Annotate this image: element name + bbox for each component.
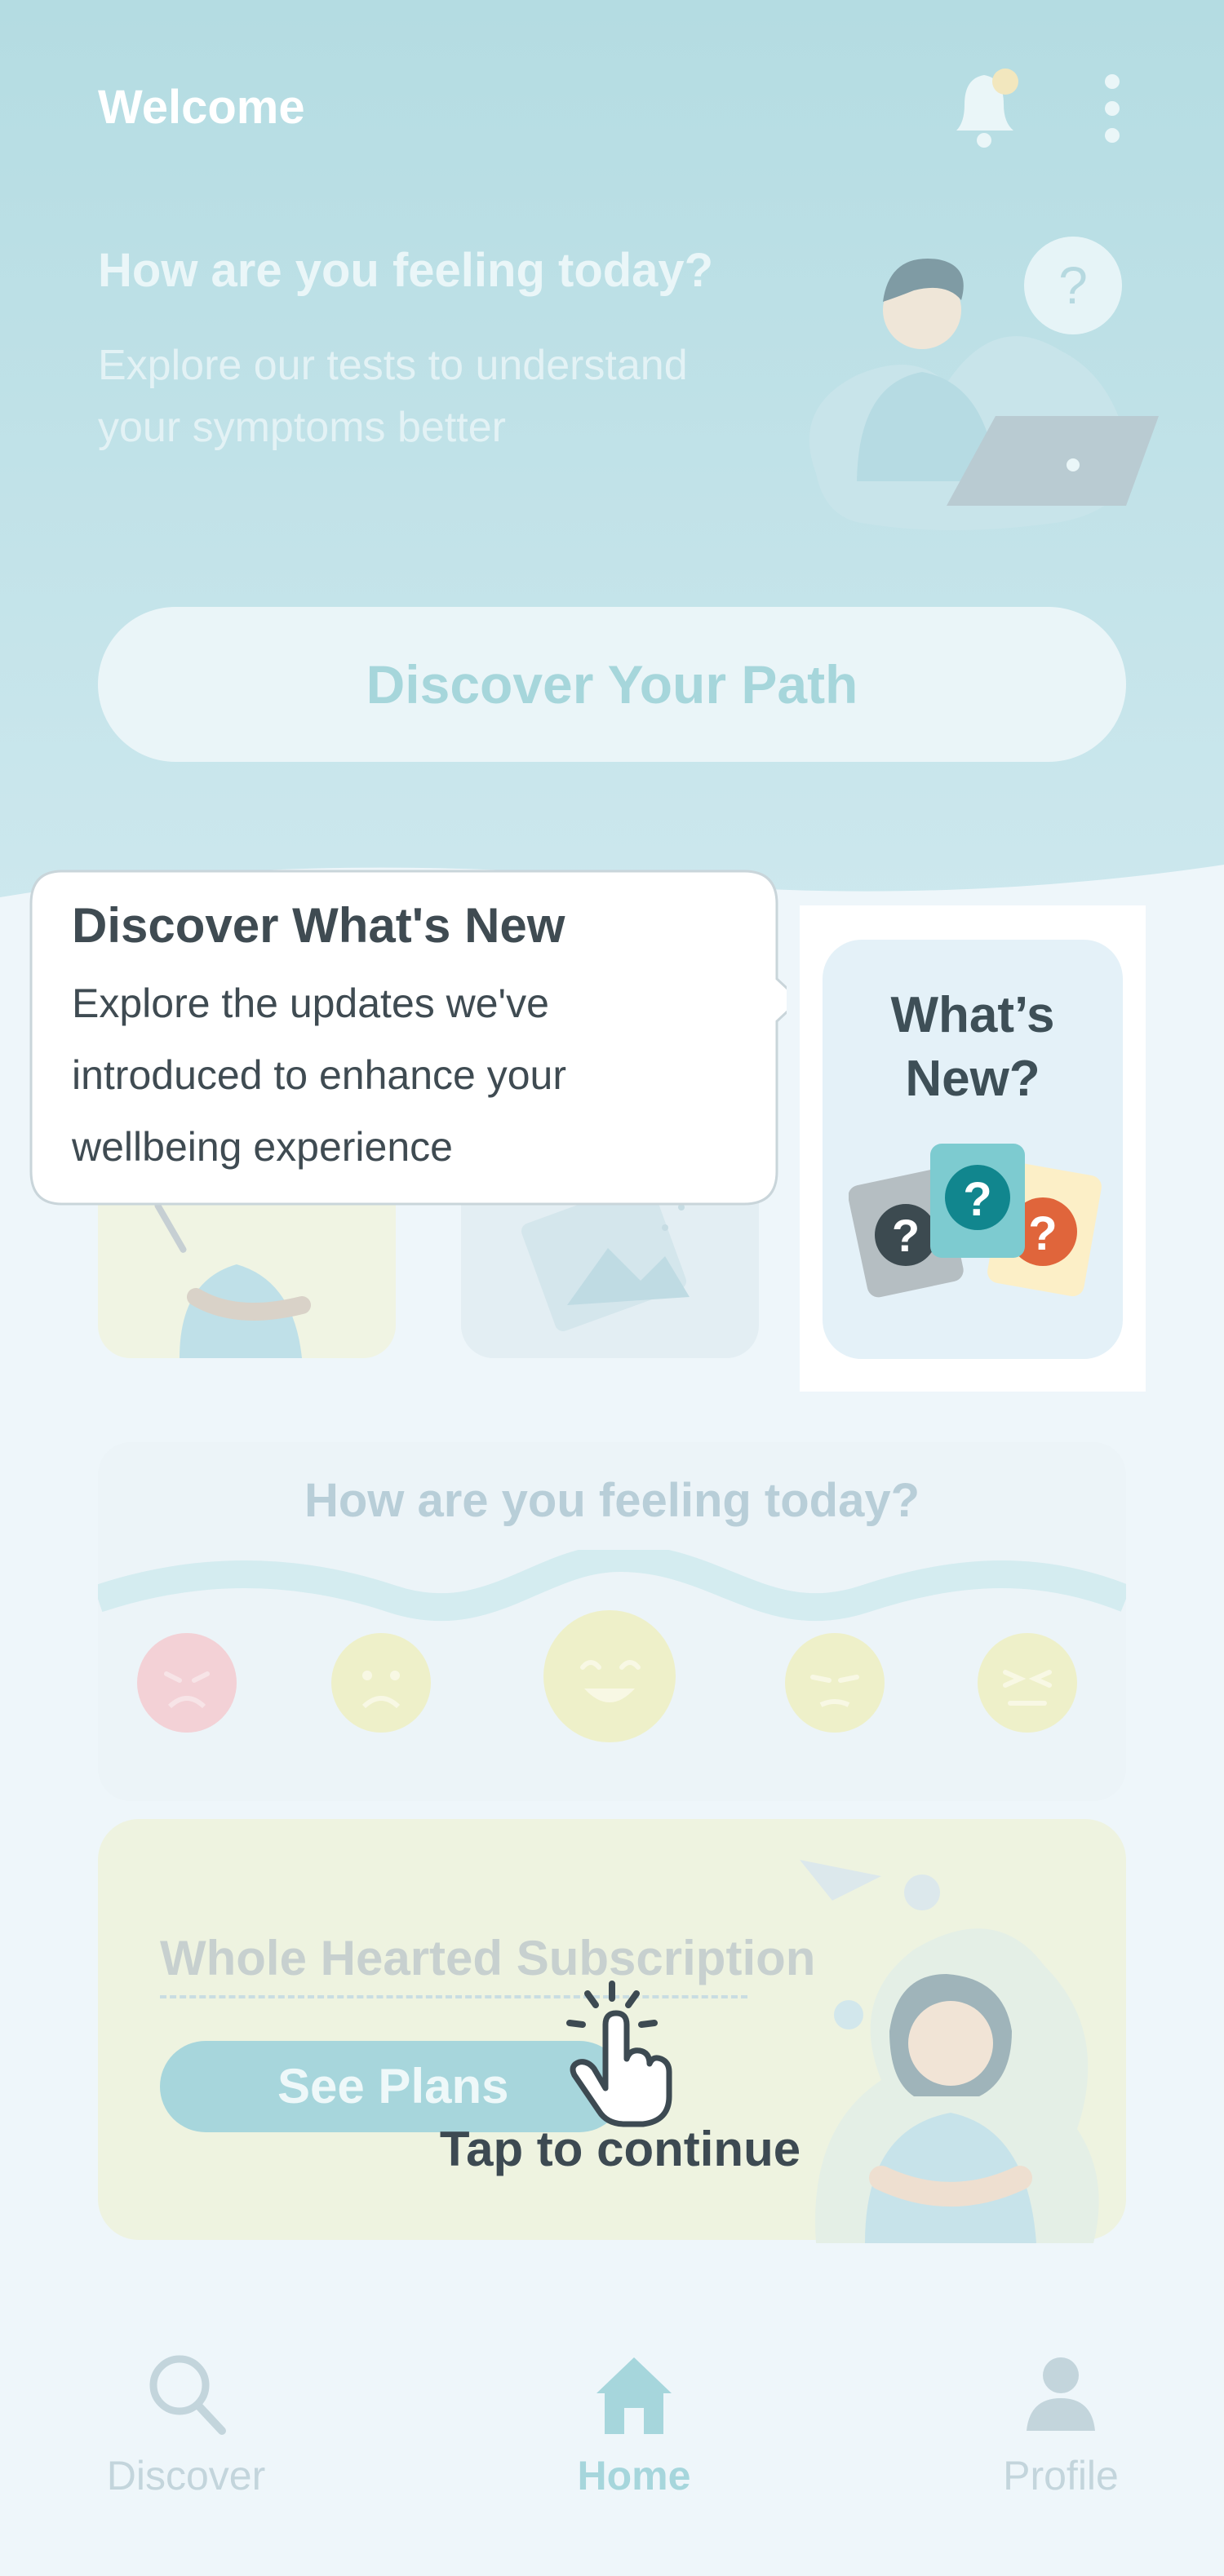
- sad-emoji-icon[interactable]: [331, 1633, 431, 1733]
- tooltip-title: Discover What's New: [72, 898, 565, 953]
- tap-to-continue-label[interactable]: Tap to continue: [400, 2121, 840, 2177]
- disappointed-emoji-icon[interactable]: [785, 1633, 885, 1733]
- angry-emoji-icon[interactable]: [137, 1633, 237, 1733]
- app-title: Welcome: [98, 81, 305, 134]
- bell-icon[interactable]: [947, 64, 1028, 153]
- search-icon: [149, 2355, 226, 2435]
- question-cards-icon: ? ? ?: [849, 1144, 1102, 1298]
- tap-hand-icon[interactable]: [555, 1974, 685, 2129]
- happy-emoji-icon[interactable]: [543, 1610, 676, 1742]
- nav-label-home: Home: [577, 2453, 691, 2499]
- tooltip-body: Explore the updates we've introduced to …: [72, 980, 566, 1170]
- discover-your-path-button[interactable]: Discover Your Path: [98, 607, 1126, 762]
- nav-label-profile: Profile: [1003, 2453, 1119, 2499]
- nav-item-profile[interactable]: Profile: [938, 2349, 1183, 2521]
- nav-item-home[interactable]: Home: [512, 2349, 756, 2521]
- svg-text:?: ?: [1058, 256, 1088, 315]
- woman-self-hug-illustration: [800, 1860, 1099, 2243]
- svg-text:?: ?: [1028, 1207, 1057, 1260]
- hero-heading: How are you feeling today?: [98, 244, 714, 297]
- more-vertical-icon[interactable]: [1098, 72, 1127, 145]
- whats-new-title: What’s New?: [890, 987, 1055, 1107]
- user-icon: [1027, 2357, 1095, 2431]
- svg-text:?: ?: [963, 1173, 991, 1226]
- nav-label-discover: Discover: [106, 2453, 266, 2499]
- mood-title: How are you feeling today?: [304, 1474, 920, 1527]
- home-icon: [596, 2357, 672, 2434]
- nav-item-discover[interactable]: Discover: [64, 2349, 308, 2521]
- hero-subtitle: Explore our tests to understand your sym…: [98, 342, 688, 451]
- svg-text:?: ?: [892, 1210, 920, 1261]
- tired-emoji-icon[interactable]: [978, 1633, 1077, 1733]
- person-laptop-illustration: ?: [809, 237, 1159, 530]
- subscription-title: Whole Hearted Subscription: [160, 1931, 816, 1985]
